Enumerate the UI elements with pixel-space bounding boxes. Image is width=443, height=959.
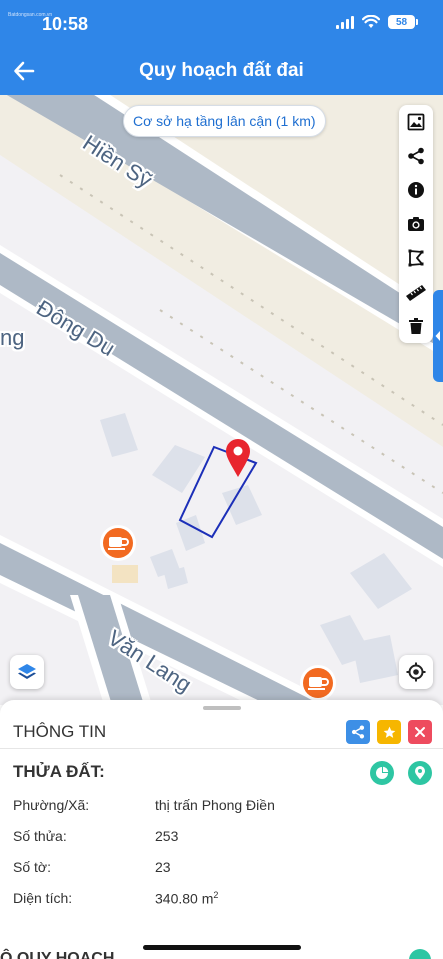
home-indicator [143,945,301,950]
planning-section-title: Ô QUY HOẠCH [0,950,115,959]
star-icon [383,726,395,738]
map-canvas [0,95,443,705]
section-title: THỬA ĐẤT: [13,762,105,781]
trash-icon [409,318,423,334]
polygon-icon [408,249,424,267]
draw-polygon-button[interactable] [399,241,433,275]
coffee-cup-icon [100,525,136,561]
chevron-left-icon [435,331,440,341]
share-icon [351,725,365,739]
area-unit-exponent: 2 [213,890,219,900]
info-button[interactable] [399,173,433,207]
area-number: 340.80 m [155,890,214,907]
planning-section-button[interactable] [409,949,431,959]
area-label: Diện tích: [13,890,73,906]
share-info-button[interactable] [346,720,370,744]
layers-icon [18,664,36,679]
side-panel-toggle[interactable] [433,290,443,382]
delete-button[interactable] [399,309,433,343]
info-icon [408,182,424,198]
chart-button[interactable] [370,761,394,785]
camera-icon [408,217,424,231]
favorite-button[interactable] [377,720,401,744]
share-icon [408,147,424,165]
parcel-number-label: Số thửa: [13,828,67,844]
close-icon [415,727,425,737]
panel-title: THÔNG TIN [13,722,107,741]
ward-value: thị trấn Phong Điền [155,797,275,813]
map-toolbar [399,105,433,343]
signal-icon [336,15,354,29]
nearby-infrastructure-button[interactable]: Cơ sở hạ tầng lân cận (1 km) [123,105,326,137]
layers-button[interactable] [10,655,44,689]
info-panel: THÔNG TIN THỬA ĐẤT: Phường/Xã: thị trấn … [0,700,443,959]
ruler-icon [406,285,426,301]
app-header: Batdongsan.com.vn 10:58 58 Quy hoạch đất… [0,0,443,95]
carrier-logo: Batdongsan.com.vn [8,12,53,18]
battery-icon: 58 [388,15,418,29]
wifi-icon [362,15,380,28]
status-icons: 58 [336,15,418,29]
share-map-button[interactable] [399,139,433,173]
street-label-partial: ng [0,325,25,350]
my-location-button[interactable] [399,655,433,689]
page-title: Quy hoạch đất đai [139,60,304,81]
image-icon [407,113,425,131]
ward-label: Phường/Xã: [13,797,90,813]
locate-parcel-button[interactable] [408,761,432,785]
status-time: 10:58 [42,14,89,34]
map-marker-icon [415,766,425,780]
divider [0,748,443,749]
sheet-number-value: 23 [155,859,171,875]
camera-button[interactable] [399,207,433,241]
cafe-poi[interactable] [296,663,340,705]
map-view[interactable]: Hiền Sỹ Đông Du ng Văn Lang Cơ sở hạ tần… [0,95,443,705]
measure-button[interactable] [399,275,433,309]
coffee-cup-icon [300,665,336,701]
crosshair-icon [406,662,426,682]
image-button[interactable] [399,105,433,139]
cafe-poi[interactable] [96,523,140,572]
area-value: 340.80 m2 [155,890,218,907]
close-button[interactable] [408,720,432,744]
sheet-number-label: Số tờ: [13,859,51,875]
pie-chart-icon [376,766,389,779]
parcel-number-value: 253 [155,828,179,844]
drag-handle[interactable] [203,706,241,710]
